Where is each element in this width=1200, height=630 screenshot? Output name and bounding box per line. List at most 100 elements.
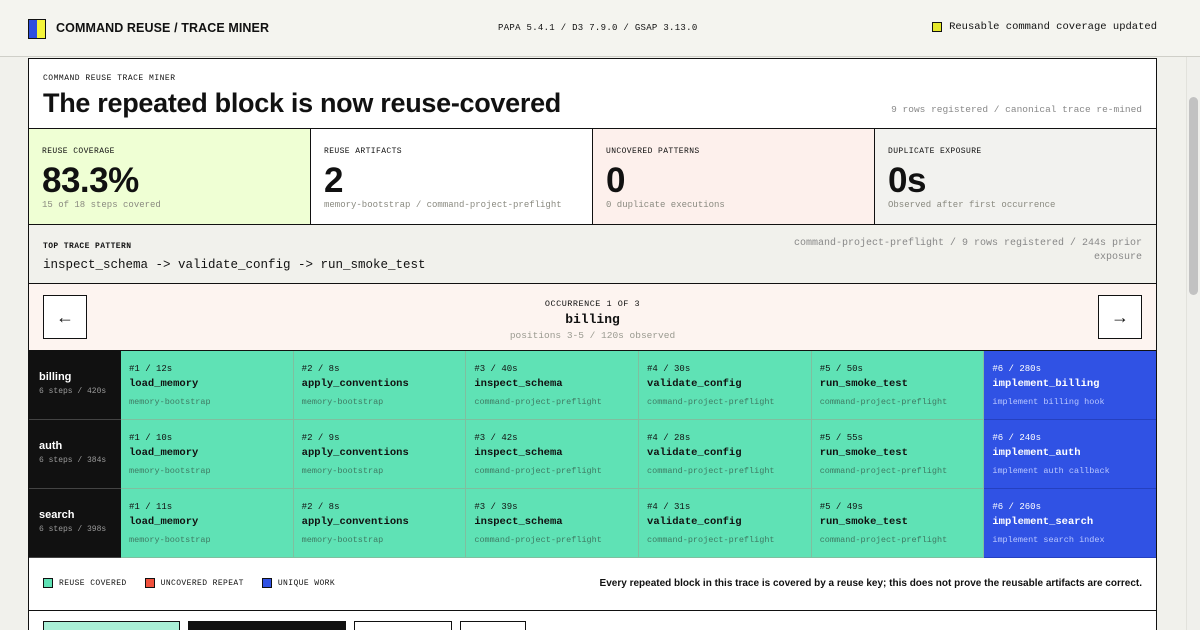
step-position: #4 / 28s: [647, 433, 691, 443]
step-reuse-key: memory-bootstrap: [129, 397, 211, 407]
step-position: #5 / 50s: [819, 364, 863, 374]
trace-row-search: search 6 steps / 398s #1 / 11s load_memory m…: [29, 489, 1157, 558]
trace-step-cell[interactable]: #1 / 12s load_memory memory-bootstrap: [121, 351, 294, 420]
next-occurrence-button[interactable]: →: [1098, 295, 1142, 339]
step-reuse-key: command-project-preflight: [474, 397, 602, 407]
top-bar: COMMAND REUSE / TRACE MINER PAPA 5.4.1 /…: [0, 0, 1200, 57]
step-reuse-key: memory-bootstrap: [129, 466, 211, 476]
status-square-icon: [932, 22, 943, 32]
row-sub: 6 steps / 398s: [39, 525, 107, 534]
page-scrollbar[interactable]: [1186, 57, 1200, 630]
step-command: validate_config: [647, 447, 742, 459]
step-position: #1 / 10s: [129, 433, 173, 443]
occurrence-sub: positions 3-5 / 120s observed: [509, 330, 676, 341]
metric-reuse-coverage: REUSE COVERAGE 83.3% 15 of 18 steps cove…: [29, 129, 311, 224]
trace-step-cell[interactable]: #5 / 50s run_smoke_test command-project-pr…: [811, 351, 985, 420]
disclaimer-note: Every repeated block in this trace is co…: [599, 578, 1142, 589]
legend-item-unique-work: UNIQUE WORK: [261, 578, 336, 588]
metric-uncovered-patterns: UNCOVERED PATTERNS 0 0 duplicate executi…: [593, 129, 875, 224]
trace-step-cell[interactable]: #2 / 9s apply_conventions memory-bootstrap: [293, 420, 467, 489]
trace-step-cell[interactable]: #2 / 8s apply_conventions memory-bootstrap: [293, 489, 467, 558]
step-position: #3 / 40s: [474, 364, 518, 374]
step-command: run_smoke_test: [819, 447, 908, 459]
metric-reuse-artifacts: REUSE ARTIFACTS 2 memory-bootstrap / com…: [311, 129, 593, 224]
legend-label: REUSE COVERED: [59, 578, 127, 588]
step-reuse-key: memory-bootstrap: [301, 535, 384, 545]
step-command: implement_auth: [992, 447, 1081, 459]
hero-meta: 9 rows registered / canonical trace re-m…: [891, 104, 1142, 115]
trace-step-cell[interactable]: #6 / 280s implement_billing implement bill…: [984, 351, 1157, 420]
step-position: #2 / 9s: [301, 433, 340, 443]
step-command: inspect_schema: [474, 378, 563, 390]
trace-step-cell[interactable]: #6 / 260s implement_search implement searc…: [984, 489, 1157, 558]
action-button-primary[interactable]: [43, 621, 180, 630]
step-position: #3 / 42s: [474, 433, 518, 443]
step-reuse-key: memory-bootstrap: [301, 397, 384, 407]
step-command: apply_conventions: [301, 516, 409, 528]
row-header: auth 6 steps / 384s: [29, 420, 121, 489]
hero-eyebrow: COMMAND REUSE TRACE MINER: [43, 74, 176, 83]
metric-label: DUPLICATE EXPOSURE: [888, 147, 982, 156]
legend-bar: REUSE COVERED UNCOVERED REPEAT UNIQUE WO…: [29, 558, 1156, 611]
trace-step-cell[interactable]: #4 / 28s validate_config command-project-p…: [639, 420, 812, 489]
legend: REUSE COVERED UNCOVERED REPEAT UNIQUE WO…: [43, 578, 335, 588]
metric-sub: 15 of 18 steps covered: [42, 200, 161, 210]
trace-step-cell[interactable]: #4 / 30s validate_config command-project-p…: [639, 351, 812, 420]
row-header: billing 6 steps / 420s: [29, 351, 121, 420]
app-title: COMMAND REUSE / TRACE MINER: [56, 21, 270, 35]
step-command: inspect_schema: [474, 516, 563, 528]
step-command: load_memory: [129, 447, 199, 459]
step-position: #2 / 8s: [301, 502, 340, 512]
step-position: #1 / 11s: [129, 502, 173, 512]
step-reuse-key: command-project-preflight: [474, 466, 602, 476]
trace-step-cell[interactable]: #3 / 40s inspect_schema command-project-pr…: [466, 351, 640, 420]
library-versions: PAPA 5.4.1 / D3 7.9.0 / GSAP 3.13.0: [498, 23, 698, 33]
scrollbar-thumb[interactable]: [1189, 97, 1198, 295]
row-header: search 6 steps / 398s: [29, 489, 121, 558]
metric-sub: memory-bootstrap / command-project-prefl…: [324, 200, 562, 210]
step-command: run_smoke_test: [819, 516, 908, 528]
action-button-tertiary[interactable]: [460, 621, 526, 630]
legend-swatch: [43, 578, 53, 588]
trace-step-cell[interactable]: #6 / 240s implement_auth implement auth ca…: [984, 420, 1157, 489]
step-reuse-key: command-project-preflight: [819, 397, 948, 407]
metric-value: 0: [606, 161, 625, 200]
step-reuse-key: command-project-preflight: [474, 535, 602, 545]
step-reuse-key: implement search index: [992, 535, 1105, 545]
trace-step-cell[interactable]: #3 / 42s inspect_schema command-project-pr…: [466, 420, 640, 489]
trace-grid: billing 6 steps / 420s #1 / 12s load_memory…: [29, 351, 1157, 558]
trace-step-cell[interactable]: #5 / 55s run_smoke_test command-project-pr…: [811, 420, 985, 489]
step-command: validate_config: [647, 516, 742, 528]
legend-label: UNIQUE WORK: [277, 578, 336, 588]
action-button-secondary[interactable]: [354, 621, 452, 630]
occurrence-navigator: ← OCCURRENCE 1 OF 3 billing positions 3-…: [29, 284, 1156, 351]
step-position: #4 / 31s: [647, 502, 691, 512]
main-panel: COMMAND REUSE TRACE MINER The repeated b…: [28, 58, 1157, 630]
metric-value: 83.3%: [42, 161, 139, 200]
action-button-dark[interactable]: [188, 621, 346, 630]
legend-swatch: [261, 578, 272, 588]
trace-step-cell[interactable]: #1 / 10s load_memory memory-bootstrap: [121, 420, 294, 489]
step-command: validate_config: [647, 378, 742, 390]
hero-section: COMMAND REUSE TRACE MINER The repeated b…: [29, 59, 1156, 129]
step-command: inspect_schema: [474, 447, 563, 459]
trace-step-cell[interactable]: #3 / 39s inspect_schema command-project-pr…: [466, 489, 640, 558]
step-position: #6 / 240s: [992, 433, 1041, 443]
step-reuse-key: command-project-preflight: [647, 535, 775, 545]
step-reuse-key: memory-bootstrap: [301, 466, 384, 476]
trace-step-cell[interactable]: #2 / 8s apply_conventions memory-bootstrap: [293, 351, 467, 420]
step-command: apply_conventions: [301, 447, 409, 459]
trace-row-auth: auth 6 steps / 384s #1 / 10s load_memorymem…: [29, 420, 1157, 489]
step-reuse-key: command-project-preflight: [819, 535, 948, 545]
step-command: load_memory: [129, 378, 199, 390]
metric-value: 2: [324, 161, 343, 200]
pattern-meta: command-project-preflight / 9 rows regis…: [793, 238, 1142, 263]
step-position: #4 / 30s: [647, 364, 691, 374]
action-buttons: [43, 621, 526, 630]
trace-step-cell[interactable]: #5 / 49s run_smoke_test command-project-pr…: [811, 489, 985, 558]
step-position: #6 / 260s: [992, 502, 1041, 512]
logo-blue-block: [29, 20, 37, 38]
trace-step-cell[interactable]: #4 / 31s validate_config command-project-p…: [639, 489, 812, 558]
step-reuse-key: memory-bootstrap: [129, 535, 211, 545]
trace-step-cell[interactable]: #1 / 11s load_memory memory-bootstrap: [121, 489, 294, 558]
